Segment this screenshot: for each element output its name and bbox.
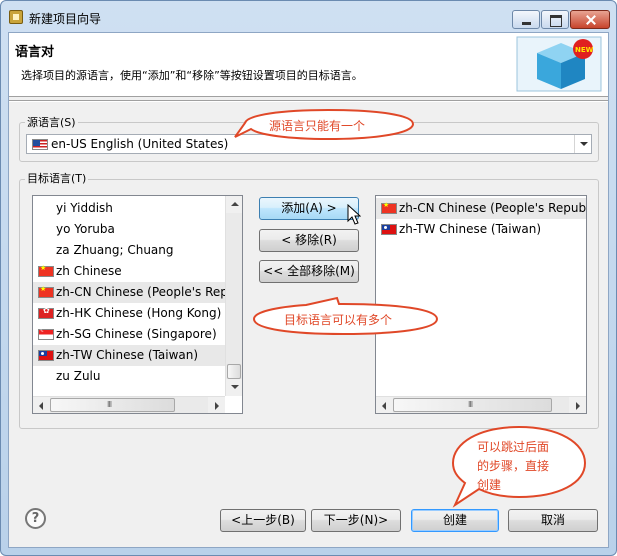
list-item-label: za Zhuang; Chuang — [56, 243, 174, 257]
window-title: 新建项目向导 — [29, 12, 102, 26]
skip-note-line-2: 的步骤，直接 — [477, 459, 550, 473]
source-note-text: 源语言只能有一个 — [269, 119, 366, 133]
list-item-label: zh-TW Chinese (Taiwan) — [399, 222, 542, 236]
list-item-label: zh-CN Chinese (People's Republ — [399, 201, 587, 215]
source-note-callout: 源语言只能有一个 — [234, 108, 416, 141]
list-item-label: zh-SG Chinese (Singapore) — [56, 327, 217, 341]
mouse-cursor-icon — [347, 204, 361, 225]
cancel-button[interactable]: 取消 — [508, 509, 598, 532]
list-item-label: zh Chinese — [56, 264, 122, 278]
list-item-label: zh-CN Chinese (People's Rep — [56, 285, 228, 299]
scroll-left-icon[interactable] — [33, 397, 50, 413]
target-note-callout: 目标语言可以有多个 — [251, 296, 441, 336]
available-horizontal-scrollbar[interactable]: III — [33, 396, 225, 413]
source-language-value: en-US English (United States) — [51, 137, 229, 151]
tw-flag-icon — [381, 224, 397, 235]
list-item-label: zh-HK Chinese (Hong Kong) — [56, 306, 222, 320]
title-bar: 新建项目向导 — [1, 1, 616, 33]
available-vscroll-thumb[interactable] — [227, 364, 241, 379]
scroll-down-icon[interactable] — [226, 379, 242, 396]
list-item[interactable]: zh-CN Chinese (People's Republ — [376, 198, 586, 219]
list-item[interactable]: zu Zulu — [33, 366, 225, 387]
scroll-grip: III — [468, 400, 473, 409]
list-item-label: zu Zulu — [56, 369, 101, 383]
target-note-text: 目标语言可以有多个 — [284, 313, 393, 327]
source-language-label: 源语言(S) — [25, 114, 78, 130]
cn-flag-icon — [381, 201, 397, 214]
scroll-grip: III — [107, 400, 112, 409]
scroll-right-icon[interactable] — [208, 397, 225, 413]
list-item[interactable]: zh-TW Chinese (Taiwan) — [33, 345, 225, 366]
tw-flag-icon — [38, 350, 54, 361]
available-languages-list[interactable]: yi Yiddish yo Yoruba za Zhuang; Chuang zh C… — [32, 195, 243, 414]
header-separator — [9, 100, 608, 102]
remove-all-languages-button[interactable]: << 全部移除(M) — [259, 260, 359, 283]
new-badge: NEW — [575, 46, 594, 54]
chevron-down-icon[interactable] — [574, 135, 591, 153]
list-item[interactable]: zh-TW Chinese (Taiwan) — [376, 219, 586, 240]
finish-button[interactable]: 创建 — [411, 509, 499, 532]
list-item[interactable]: zh-CN Chinese (People's Rep — [33, 282, 228, 303]
add-language-button[interactable]: 添加(A) > — [259, 197, 359, 220]
minimize-button[interactable] — [512, 10, 540, 29]
hk-flag-icon — [38, 306, 54, 319]
us-flag-icon — [32, 139, 48, 150]
list-item-label: yi Yiddish — [56, 201, 113, 215]
list-item-label: zh-TW Chinese (Taiwan) — [56, 348, 199, 362]
maximize-button[interactable] — [541, 10, 569, 29]
skip-note-line-3: 创建 — [477, 478, 502, 492]
help-icon[interactable]: ? — [25, 508, 46, 529]
list-item[interactable]: zh-HK Chinese (Hong Kong) — [33, 303, 225, 324]
list-item[interactable]: yo Yoruba — [33, 219, 225, 240]
available-hscroll-thumb[interactable]: III — [50, 398, 175, 412]
target-language-label: 目标语言(T) — [25, 170, 89, 186]
scroll-left-icon[interactable] — [376, 397, 393, 413]
cn-flag-icon — [38, 264, 54, 277]
skip-note-line-1: 可以跳过后面 — [477, 440, 550, 454]
chosen-hscroll-thumb[interactable]: III — [393, 398, 552, 412]
back-button[interactable]: <上一步(B) — [220, 509, 306, 532]
list-item[interactable]: yi Yiddish — [33, 198, 225, 219]
list-item[interactable]: zh-SG Chinese (Singapore) — [33, 324, 225, 345]
wizard-header: 语言对 选择项目的源语言，使用“添加”和“移除”等按钮设置项目的目标语言。 NE… — [9, 33, 608, 97]
new-project-banner-icon: NEW — [516, 36, 602, 92]
scroll-right-icon[interactable] — [569, 397, 586, 413]
remove-language-button[interactable]: < 移除(R) — [259, 229, 359, 252]
list-item[interactable]: za Zhuang; Chuang — [33, 240, 225, 261]
app-icon — [9, 10, 23, 24]
list-item-label: yo Yoruba — [56, 222, 115, 236]
sg-flag-icon — [38, 326, 54, 340]
next-button[interactable]: 下一步(N)> — [311, 509, 401, 532]
list-item[interactable]: zh Chinese — [33, 261, 225, 282]
scroll-up-icon[interactable] — [226, 196, 242, 213]
available-vertical-scrollbar[interactable] — [225, 196, 242, 396]
close-button[interactable] — [570, 10, 610, 29]
page-title: 语言对 — [15, 45, 55, 60]
page-description: 选择项目的源语言，使用“添加”和“移除”等按钮设置项目的目标语言。 — [21, 69, 363, 82]
chosen-horizontal-scrollbar[interactable]: III — [376, 396, 586, 413]
cn-flag-icon — [38, 285, 54, 298]
wizard-window: 新建项目向导 语言对 选择项目的源语言，使用“添加”和“移除”等按钮设置项目的目… — [0, 0, 617, 556]
skip-note-callout: 可以跳过后面 的步骤，直接 创建 — [447, 425, 589, 508]
